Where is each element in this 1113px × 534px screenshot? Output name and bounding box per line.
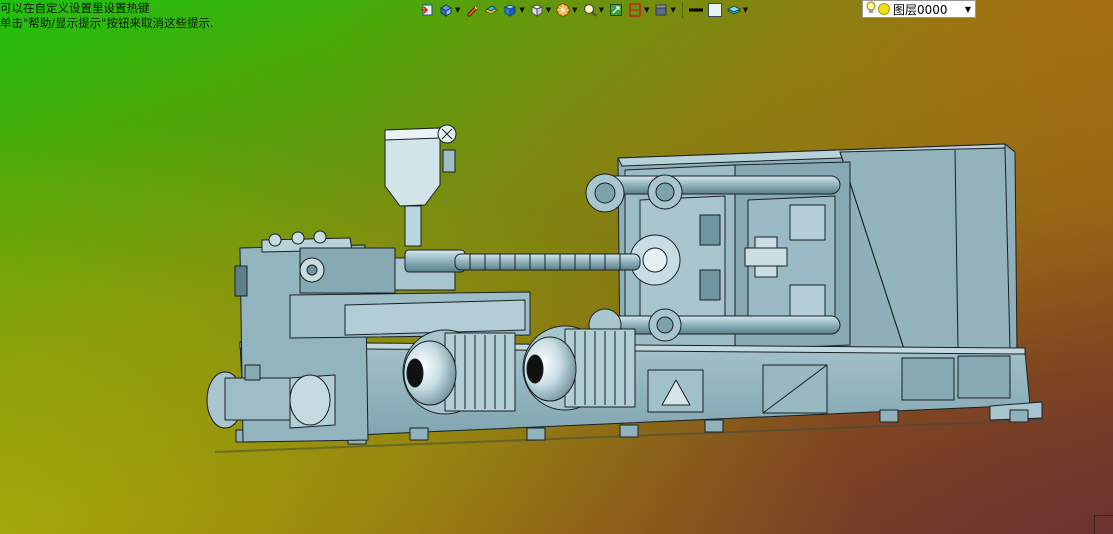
3d-viewport[interactable]: 可以在自定义设置里设置热键 单击"帮助/显示提示"按钮来取消这些提示. ▼ ▼ … bbox=[0, 0, 1113, 534]
injection-molding-machine-model[interactable] bbox=[0, 0, 1113, 534]
hopper bbox=[384, 124, 457, 247]
resize-grip[interactable] bbox=[1094, 515, 1113, 534]
screw-barrel bbox=[404, 249, 641, 273]
